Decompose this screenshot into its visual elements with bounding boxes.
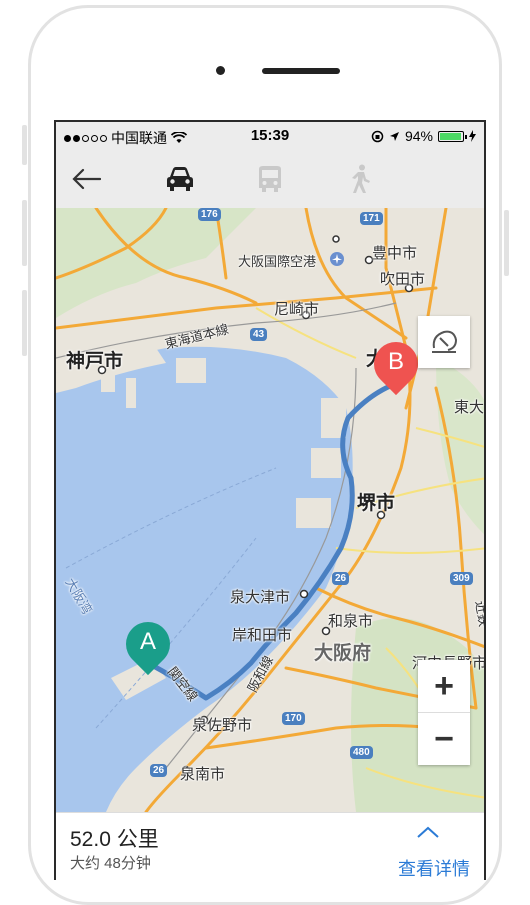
map-label-osakafu: 大阪府 <box>314 643 372 664</box>
rotation-lock-icon <box>371 130 384 142</box>
zoom-in-button[interactable]: + <box>418 660 470 713</box>
road-shield: 26 <box>332 572 350 585</box>
earpiece-speaker <box>262 68 340 74</box>
mode-car-button[interactable] <box>162 162 198 196</box>
map-label-kishiwada: 岸和田市 <box>232 627 293 644</box>
map-label-izumi: 和泉市 <box>328 613 374 630</box>
map-label-airport: 大阪国際空港 <box>238 254 317 269</box>
traffic-layer-icon <box>432 330 458 353</box>
road-shield: 309 <box>450 572 473 585</box>
power-button <box>504 210 509 276</box>
map-label-izumisano: 泉佐野市 <box>192 717 253 734</box>
front-camera <box>216 66 225 75</box>
destination-marker[interactable]: B <box>364 332 428 398</box>
road-shield: 171 <box>360 212 383 225</box>
status-bar: 中国联通 15:39 94% <box>56 122 484 150</box>
road-shield: 43 <box>250 328 268 341</box>
volume-down-button <box>22 290 27 356</box>
view-details-link[interactable]: 查看详情 <box>398 855 470 880</box>
battery-fill <box>440 132 461 140</box>
battery-percent: 94% <box>404 128 433 144</box>
map-label-suita: 吹田市 <box>380 271 426 288</box>
road-shield: 176 <box>198 208 221 221</box>
map-label-toyonaka: 豊中市 <box>372 245 418 262</box>
back-arrow-icon <box>72 168 101 190</box>
bus-icon <box>259 166 281 192</box>
origin-marker-label: A <box>139 628 156 655</box>
map-label-amagasaki: 尼崎市 <box>274 301 320 318</box>
walk-icon <box>352 164 370 193</box>
route-map[interactable]: 神戸市 尼崎市 豊中市 吹田市 大阪国際空港 東海道本線 大 東大 堺市 泉大津… <box>56 208 484 812</box>
destination-marker-label: B <box>387 348 404 375</box>
chevron-up-icon[interactable] <box>416 825 440 839</box>
road-shield: 26 <box>150 764 168 777</box>
zoom-out-button[interactable]: − <box>418 713 470 765</box>
car-icon <box>167 167 193 191</box>
zoom-controls: + − <box>418 660 470 765</box>
route-distance: 52.0 公里 <box>70 828 159 851</box>
volume-up-button <box>22 200 27 266</box>
map-label-higashiosaka: 東大 <box>454 399 484 416</box>
road-shield: 480 <box>350 746 373 759</box>
map-label-sennan: 泉南市 <box>180 766 226 783</box>
map-label-kobe: 神戸市 <box>66 351 124 372</box>
charging-icon <box>469 130 476 142</box>
screen: 中国联通 15:39 94% 神戸市 尼崎市 豊中市 吹田市 大阪国際空港 東海… <box>54 120 486 880</box>
location-arrow-icon <box>389 131 399 141</box>
route-duration: 大约 48分钟 <box>70 855 151 872</box>
origin-marker[interactable]: A <box>116 612 180 678</box>
mute-switch <box>22 125 27 165</box>
route-summary-panel[interactable]: 52.0 公里 大约 48分钟 查看详情 <box>56 812 484 880</box>
map-label-izumiotsu: 泉大津市 <box>230 589 291 606</box>
battery-icon <box>438 130 467 142</box>
road-shield: 170 <box>282 712 305 725</box>
airport-icon <box>330 252 344 266</box>
transport-toolbar <box>56 150 484 208</box>
traffic-layer-button[interactable] <box>418 316 470 368</box>
mode-walk-button[interactable] <box>342 162 378 196</box>
map-label-sakai: 堺市 <box>357 493 396 514</box>
mode-bus-button[interactable] <box>252 162 288 196</box>
back-button[interactable] <box>68 162 104 196</box>
